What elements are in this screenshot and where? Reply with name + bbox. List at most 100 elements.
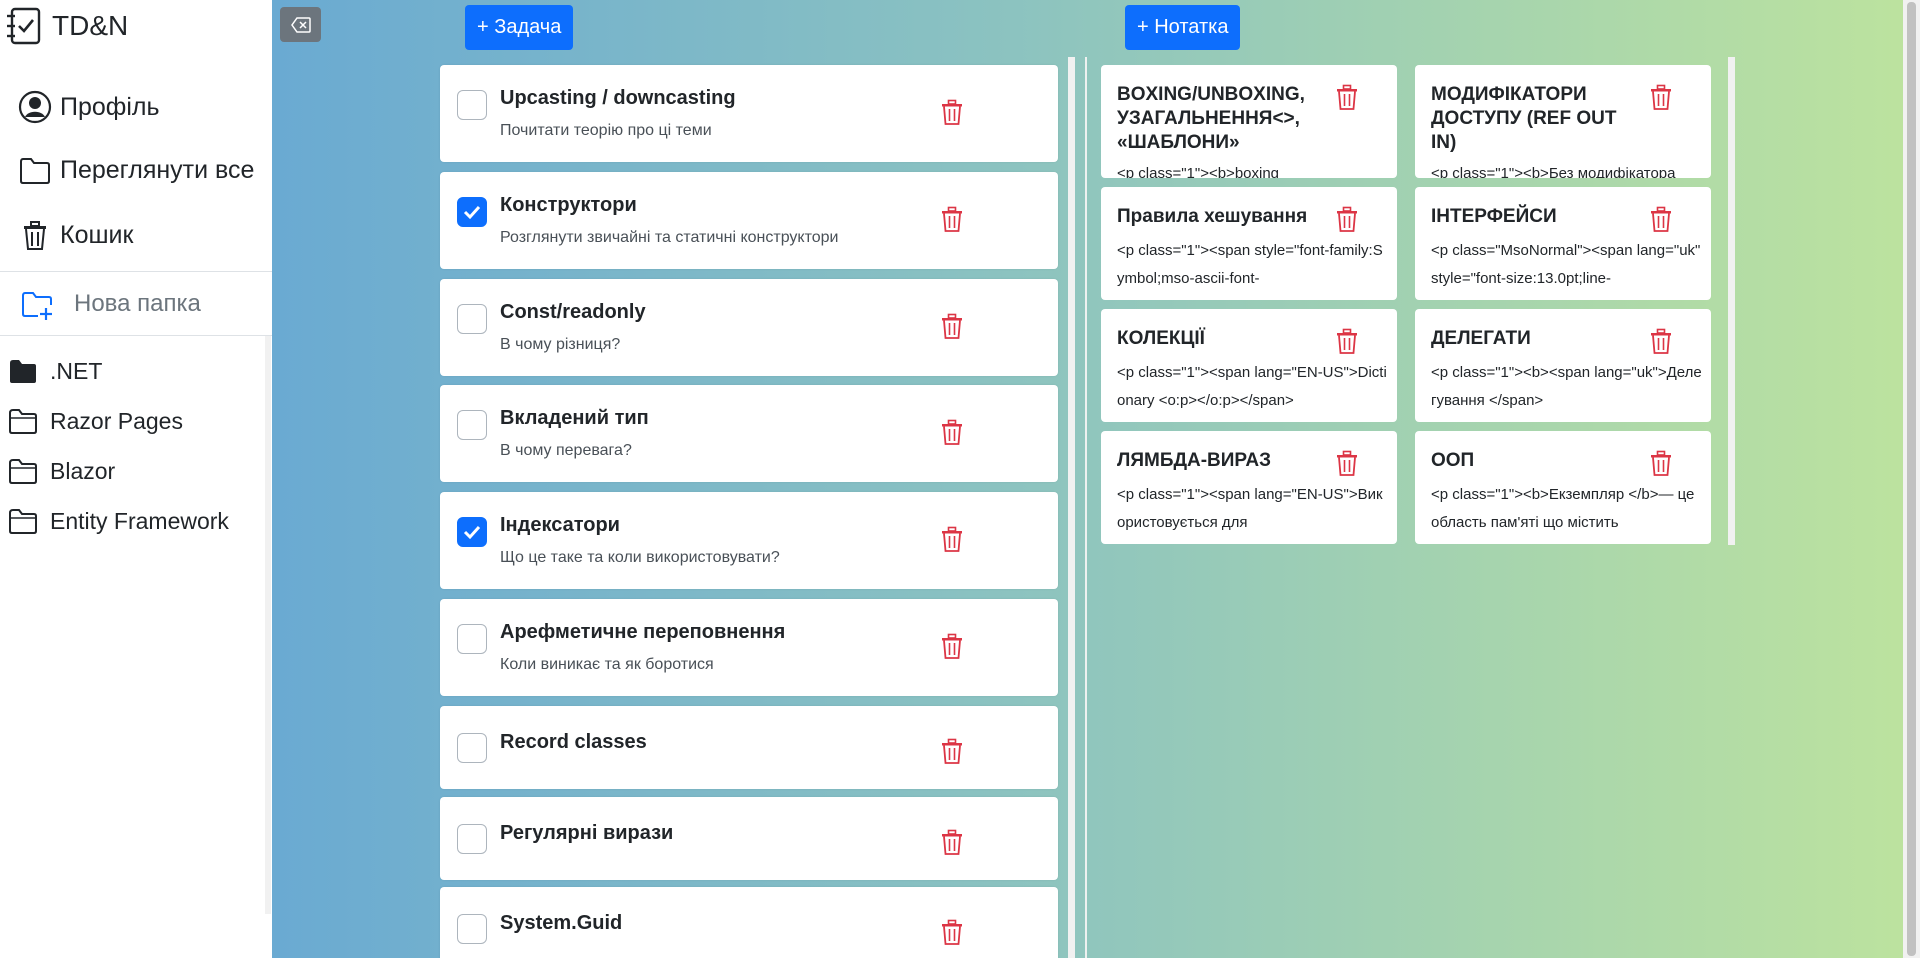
- note-title: ООП: [1431, 450, 1475, 471]
- note-card[interactable]: ДЕЛЕГАТИ <p class="1"><b><span lang="uk">…: [1415, 309, 1711, 422]
- delete-note-button[interactable]: [1335, 449, 1359, 477]
- trash-icon: [1651, 206, 1671, 232]
- folder-item-razor-pages[interactable]: Razor Pages: [8, 404, 183, 438]
- delete-task-button[interactable]: [940, 828, 964, 856]
- nav-profile-label: Профіль: [60, 92, 160, 121]
- task-title: Регулярні вирази: [500, 822, 674, 844]
- note-card[interactable]: ІНТЕРФЕЙСИ <p class="MsoNormal"><span lan…: [1415, 187, 1711, 300]
- task-card[interactable]: Const/readonly В чому різниця?: [440, 279, 1058, 376]
- task-checkbox[interactable]: [457, 624, 487, 654]
- task-card[interactable]: Регулярні вирази: [440, 797, 1058, 880]
- delete-note-button[interactable]: [1649, 449, 1673, 477]
- task-card[interactable]: Вкладений тип В чому перевага?: [440, 385, 1058, 482]
- folder-item-dotnet[interactable]: .NET: [8, 354, 102, 388]
- sidebar-scrollbar[interactable]: [265, 336, 271, 914]
- note-preview: <p class="1"><span lang="EN-US">Dictiona…: [1117, 364, 1387, 409]
- note-title: КОЛЕКЦІЇ: [1117, 328, 1205, 349]
- trash-icon: [942, 206, 962, 232]
- note-card[interactable]: ООП <p class="1"><b>Екземпляр </b>— це об…: [1415, 431, 1711, 544]
- note-title: ІНТЕРФЕЙСИ: [1431, 206, 1557, 227]
- brand[interactable]: TD&N: [6, 6, 128, 46]
- delete-task-button[interactable]: [940, 98, 964, 126]
- checkmark-icon: [463, 205, 481, 220]
- task-checkbox[interactable]: [457, 90, 487, 120]
- trash-icon: [942, 99, 962, 125]
- task-description: Що це таке та коли використовувати?: [500, 549, 780, 566]
- note-title: ДЕЛЕГАТИ: [1431, 328, 1531, 349]
- nav-view-all[interactable]: Переглянути все: [18, 148, 254, 192]
- delete-task-button[interactable]: [940, 312, 964, 340]
- folder-plus-icon: [22, 292, 52, 320]
- task-title: Вкладений тип: [500, 407, 649, 429]
- column-divider: [1085, 57, 1087, 958]
- task-card[interactable]: Upcasting / downcasting Почитати теорію п…: [440, 65, 1058, 162]
- add-note-button[interactable]: + Нотатка: [1125, 5, 1241, 50]
- delete-task-button[interactable]: [940, 418, 964, 446]
- nav-trash-label: Кошик: [60, 220, 134, 249]
- add-task-button[interactable]: + Задача: [465, 5, 574, 50]
- task-card[interactable]: Конструктори Розглянути звичайні та стати…: [440, 172, 1058, 269]
- nav-profile[interactable]: Профіль: [18, 85, 160, 129]
- folder-filled-icon: [10, 360, 36, 383]
- delete-note-button[interactable]: [1649, 327, 1673, 355]
- delete-note-button[interactable]: [1335, 205, 1359, 233]
- task-checkbox[interactable]: [457, 914, 487, 944]
- task-checkbox[interactable]: [457, 824, 487, 854]
- task-checkbox[interactable]: [457, 197, 487, 227]
- task-description: Почитати теорію про ці теми: [500, 122, 712, 139]
- delete-task-button[interactable]: [940, 632, 964, 660]
- note-card[interactable]: ЛЯМБДА-ВИРАЗ <p class="1"><span lang="EN-…: [1101, 431, 1397, 544]
- note-card[interactable]: Правила хешування <p class="1"><span styl…: [1101, 187, 1397, 300]
- trash-icon: [942, 633, 962, 659]
- task-card[interactable]: System.Guid: [440, 887, 1058, 958]
- task-card[interactable]: Арефметичне переповнення Коли виникає та …: [440, 599, 1058, 696]
- note-preview: <p class="1"><span style="font-family:Sy…: [1117, 242, 1383, 287]
- tasks-scrollbar[interactable]: [1068, 57, 1075, 958]
- trash-icon: [942, 919, 962, 945]
- note-title: Правила хешування: [1117, 206, 1308, 227]
- note-preview: <p class="1"><b>Екземпляр </b>— це облас…: [1431, 486, 1695, 531]
- new-folder-label: Нова папка: [74, 290, 201, 317]
- task-description: Розглянути звичайні та статичні конструк…: [500, 229, 839, 246]
- task-card[interactable]: Record classes: [440, 706, 1058, 789]
- trash-icon: [1651, 84, 1671, 110]
- trash-icon: [1337, 328, 1357, 354]
- folder-icon: [9, 459, 37, 484]
- task-card[interactable]: Індексатори Що це таке та коли використов…: [440, 492, 1058, 589]
- user-circle-icon: [18, 90, 52, 124]
- delete-task-button[interactable]: [940, 205, 964, 233]
- note-card[interactable]: BOXING/UNBOXING, УЗАГАЛЬНЕННЯ<>, «ШАБЛОН…: [1101, 65, 1397, 178]
- task-checkbox[interactable]: [457, 410, 487, 440]
- delete-task-button[interactable]: [940, 737, 964, 765]
- folder-label: Entity Framework: [50, 507, 229, 534]
- nav-trash[interactable]: Кошик: [18, 213, 133, 257]
- notes-scrollbar[interactable]: [1728, 57, 1735, 545]
- separator: [0, 335, 272, 336]
- delete-note-button[interactable]: [1335, 83, 1359, 111]
- task-checkbox[interactable]: [457, 304, 487, 334]
- new-folder-button[interactable]: Нова папка: [20, 284, 201, 324]
- trash-icon: [1337, 84, 1357, 110]
- delete-task-button[interactable]: [940, 525, 964, 553]
- trash-icon: [942, 829, 962, 855]
- delete-note-button[interactable]: [1649, 83, 1673, 111]
- folder-icon: [9, 409, 37, 434]
- folder-label: Razor Pages: [50, 407, 183, 434]
- trash-icon: [1651, 328, 1671, 354]
- delete-note-button[interactable]: [1649, 205, 1673, 233]
- folder-item-entity-framework[interactable]: Entity Framework: [8, 504, 229, 538]
- trash-icon: [1337, 450, 1357, 476]
- trash-icon: [942, 526, 962, 552]
- task-checkbox[interactable]: [457, 733, 487, 763]
- note-card[interactable]: КОЛЕКЦІЇ <p class="1"><span lang="EN-US">…: [1101, 309, 1397, 422]
- task-checkbox[interactable]: [457, 517, 487, 547]
- delete-task-button[interactable]: [940, 918, 964, 946]
- task-description: В чому різниця?: [500, 336, 621, 353]
- note-card[interactable]: МОДИФІКАТОРИ ДОСТУПУ (REF OUT IN) <p clas…: [1415, 65, 1711, 178]
- delete-note-button[interactable]: [1335, 327, 1359, 355]
- collapse-sidebar-button[interactable]: [280, 7, 321, 42]
- folder-item-blazor[interactable]: Blazor: [8, 454, 115, 488]
- page-scrollbar[interactable]: [1903, 0, 1920, 958]
- page-scroll-thumb[interactable]: [1907, 2, 1916, 956]
- note-preview: <p class="1"><span lang="EN-US">Використ…: [1117, 486, 1383, 531]
